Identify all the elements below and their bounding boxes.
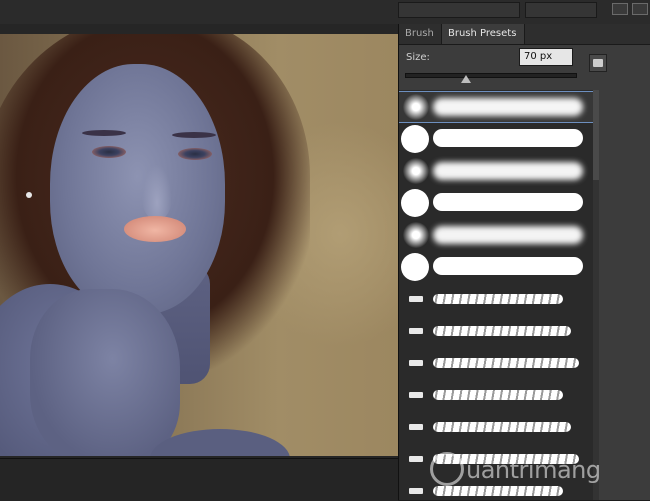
soft-round-brush-tip bbox=[403, 94, 429, 120]
texture-brush-tip bbox=[409, 424, 423, 430]
preset-row[interactable] bbox=[399, 412, 593, 442]
brush-stroke-preview bbox=[433, 129, 583, 147]
brush-stroke-preview bbox=[433, 226, 583, 244]
tab-brush-presets[interactable]: Brush Presets bbox=[441, 24, 525, 44]
preset-row[interactable] bbox=[399, 380, 593, 410]
photo-image bbox=[0, 34, 398, 456]
preset-row[interactable] bbox=[399, 91, 593, 123]
texture-brush-tip bbox=[409, 296, 423, 302]
brush-presets-panel: Brush Brush Presets Size: 70 px bbox=[398, 24, 650, 500]
preset-row[interactable] bbox=[399, 156, 593, 186]
photo-hand bbox=[30, 289, 180, 456]
preset-row[interactable] bbox=[399, 252, 593, 282]
soft-round-brush-tip bbox=[403, 222, 429, 248]
hard-round-brush-tip bbox=[401, 125, 429, 153]
brush-preset-list bbox=[399, 90, 593, 500]
watermark-text: uantrimang bbox=[466, 456, 601, 484]
preset-list-scrollbar[interactable] bbox=[593, 90, 599, 500]
photo-earring bbox=[26, 192, 32, 198]
brush-stroke-preview bbox=[433, 193, 583, 211]
brush-stroke-preview bbox=[433, 162, 583, 180]
photo-left-eye bbox=[92, 146, 126, 158]
hard-round-brush-tip bbox=[401, 253, 429, 281]
brush-stroke-preview bbox=[433, 422, 571, 432]
preset-row[interactable] bbox=[399, 124, 593, 154]
create-preset-button[interactable] bbox=[589, 54, 607, 72]
scrollbar-thumb[interactable] bbox=[593, 90, 599, 180]
hard-round-brush-tip bbox=[401, 189, 429, 217]
tab-brush[interactable]: Brush bbox=[399, 24, 441, 44]
top-strip-left bbox=[398, 2, 520, 18]
window-minimize-button[interactable] bbox=[612, 3, 628, 15]
brush-stroke-preview bbox=[433, 257, 583, 275]
window-restore-button[interactable] bbox=[632, 3, 648, 15]
brush-stroke-preview bbox=[433, 358, 579, 368]
photo-nose bbox=[142, 164, 172, 219]
size-slider-track[interactable] bbox=[405, 73, 577, 78]
preset-row[interactable] bbox=[399, 284, 593, 314]
brush-stroke-preview bbox=[433, 326, 571, 336]
texture-brush-tip bbox=[409, 360, 423, 366]
preset-row[interactable] bbox=[399, 188, 593, 218]
photo-face bbox=[50, 64, 225, 314]
size-input[interactable]: 70 px bbox=[519, 48, 573, 66]
soft-round-brush-tip bbox=[403, 158, 429, 184]
preset-row[interactable] bbox=[399, 220, 593, 250]
top-strip-right bbox=[525, 2, 597, 18]
document-canvas[interactable] bbox=[0, 24, 398, 501]
texture-brush-tip bbox=[409, 392, 423, 398]
app-top-bar bbox=[0, 0, 650, 25]
texture-brush-tip bbox=[409, 488, 423, 494]
size-slider-thumb[interactable] bbox=[461, 75, 472, 83]
photo-right-brow bbox=[172, 132, 216, 138]
preset-row[interactable] bbox=[399, 316, 593, 346]
canvas-status-area bbox=[0, 458, 398, 501]
folder-icon bbox=[593, 59, 603, 67]
watermark: uantrimang bbox=[430, 452, 650, 488]
texture-brush-tip bbox=[409, 456, 423, 462]
brush-stroke-preview bbox=[433, 294, 563, 304]
brush-stroke-preview bbox=[433, 98, 583, 116]
photo-right-eye bbox=[178, 148, 212, 160]
brush-stroke-preview bbox=[433, 390, 563, 400]
lightbulb-icon bbox=[430, 452, 464, 486]
photo-left-brow bbox=[82, 130, 126, 136]
photo-lips bbox=[124, 216, 186, 242]
texture-brush-tip bbox=[409, 328, 423, 334]
size-label: Size: bbox=[406, 52, 430, 63]
panel-tabs: Brush Brush Presets bbox=[399, 24, 650, 45]
preset-row[interactable] bbox=[399, 348, 593, 378]
